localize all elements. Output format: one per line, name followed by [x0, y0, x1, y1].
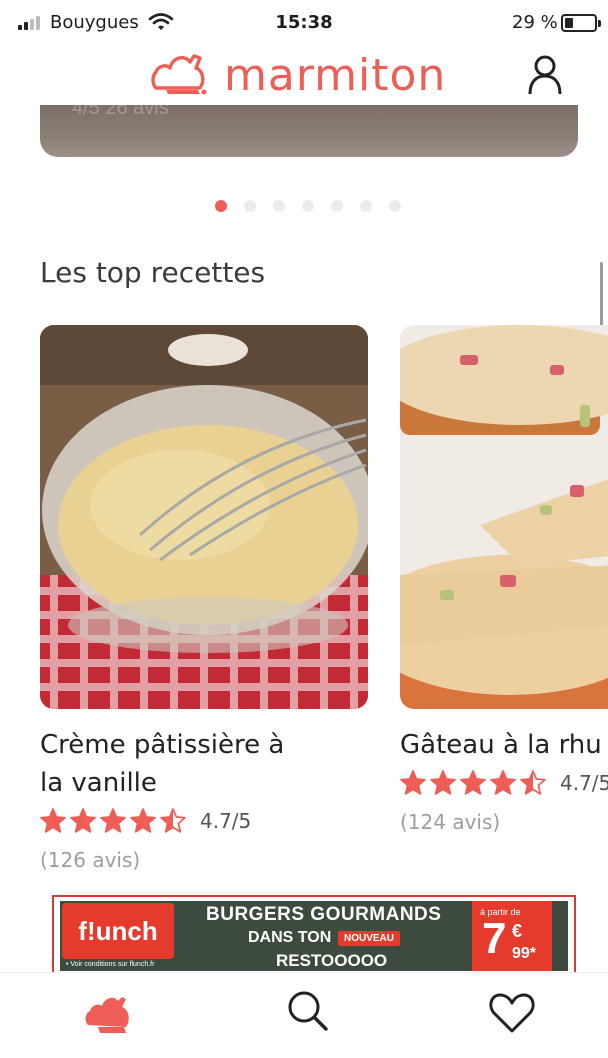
- flunch-logo: f!unch: [62, 903, 174, 959]
- ad-banner[interactable]: f!unch • Voir conditions sur flunch.fr B…: [52, 895, 576, 977]
- ad-price: à partir de 7 € 99*: [472, 901, 552, 971]
- ad-subline: DANS TON: [248, 929, 332, 946]
- star-icon: [460, 770, 486, 795]
- recipe-rating: 4.7/5: [400, 770, 608, 796]
- featured-card-overlay-text: 4/5 26 avis: [72, 105, 169, 119]
- star-icon: [100, 808, 126, 833]
- ad-price-currency: €: [512, 921, 523, 941]
- user-icon[interactable]: [526, 54, 564, 96]
- rating-value: 4.7/5: [200, 809, 252, 833]
- carousel-dot[interactable]: [331, 200, 343, 212]
- ad-price-euros: 7: [482, 914, 507, 963]
- recipe-image-gateau-rhubarbe[interactable]: [400, 325, 608, 709]
- star-icon: [490, 770, 516, 795]
- status-bar: Bouygues 15:38 29 %: [0, 0, 608, 44]
- carousel-dot[interactable]: [389, 200, 401, 212]
- ad-new-badge: NOUVEAU: [338, 931, 401, 946]
- featured-recipe-card[interactable]: 4/5 26 avis: [40, 105, 578, 157]
- battery-icon: [561, 14, 601, 32]
- chef-hat-icon: [150, 50, 210, 101]
- recipe-title[interactable]: Gâteau à la rhu: [400, 726, 602, 764]
- heart-icon: [488, 993, 536, 1041]
- star-icon: [130, 808, 156, 833]
- star-icon: [40, 808, 66, 833]
- rating-value: 4.7/5: [560, 771, 608, 795]
- ad-conditions: • Voir conditions sur flunch.fr: [66, 961, 155, 968]
- star-icon: [70, 808, 96, 833]
- carousel-dot[interactable]: [273, 200, 285, 212]
- section-title-top-recipes: Les top recettes: [40, 256, 266, 289]
- ad-headline: BURGERS GOURMANDS: [206, 904, 442, 925]
- chef-hat-icon: [84, 997, 132, 1041]
- star-icon: [520, 770, 546, 795]
- recipe-rating: 4.7/5: [40, 808, 251, 834]
- carousel-dot[interactable]: [360, 200, 372, 212]
- battery-percent: 29 %: [512, 12, 558, 33]
- carousel-pagination: [0, 200, 608, 216]
- ad-subline-2: RESTOOOOO: [276, 951, 388, 970]
- star-icon: [430, 770, 456, 795]
- recipe-image-creme-patissiere[interactable]: [40, 325, 368, 709]
- search-icon: [286, 991, 334, 1041]
- carousel-dot[interactable]: [244, 200, 256, 212]
- carousel-dot[interactable]: [302, 200, 314, 212]
- bottom-tab-bar: [0, 972, 608, 1058]
- review-count: (126 avis): [40, 848, 141, 872]
- ad-creative: f!unch • Voir conditions sur flunch.fr B…: [60, 901, 568, 971]
- app-header: marmiton: [0, 44, 608, 104]
- tab-search[interactable]: [286, 989, 334, 1037]
- carousel-dot[interactable]: [215, 200, 227, 212]
- star-icon: [400, 770, 426, 795]
- marmiton-logo[interactable]: marmiton: [150, 50, 446, 101]
- review-count: (124 avis): [400, 810, 501, 834]
- recipe-title[interactable]: Crème pâtissière à la vanille: [40, 726, 284, 802]
- logo-wordmark: marmiton: [224, 49, 447, 101]
- tab-favorites[interactable]: [488, 989, 536, 1037]
- star-icon: [160, 808, 186, 833]
- tab-home[interactable]: [84, 989, 132, 1037]
- ad-price-cents: 99*: [512, 945, 537, 962]
